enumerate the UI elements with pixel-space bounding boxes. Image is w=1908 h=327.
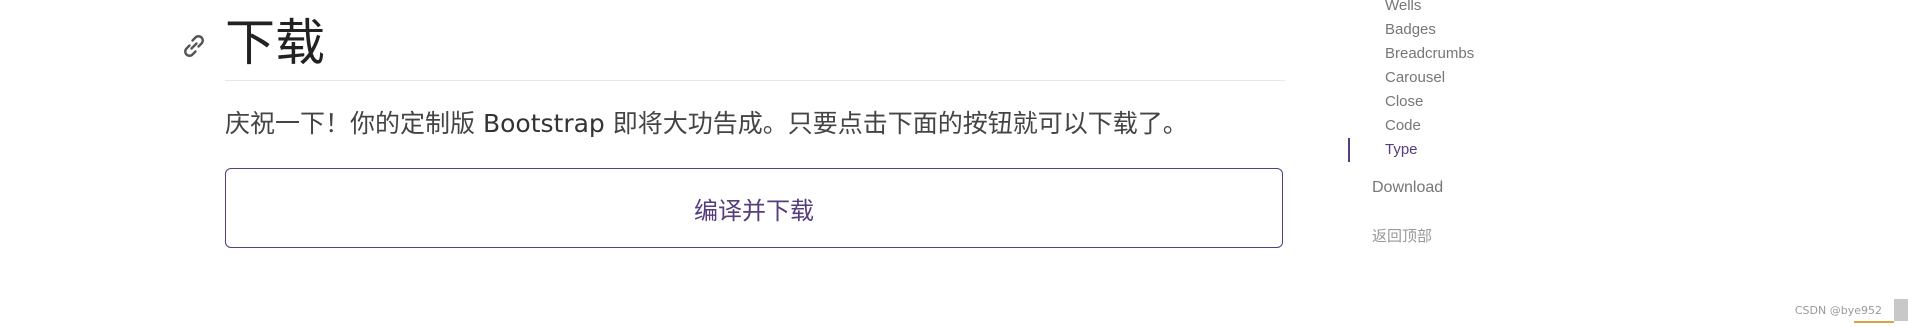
lead-text-before: 庆祝一下！你的定制版 bbox=[225, 109, 483, 138]
compile-and-download-button[interactable]: 编译并下载 bbox=[225, 168, 1283, 248]
sidebar-item-wells[interactable]: Wells bbox=[1340, 0, 1474, 18]
page-title: 下载 bbox=[225, 14, 325, 72]
watermark: CSDN @bye952 bbox=[1794, 304, 1882, 317]
link-icon[interactable] bbox=[178, 30, 210, 62]
back-to-top-link[interactable]: 返回顶部 bbox=[1372, 225, 1432, 246]
lead-paragraph: 庆祝一下！你的定制版 Bootstrap 即将大功告成。只要点击下面的按钮就可以… bbox=[225, 106, 1188, 142]
scrollbar-thumb[interactable] bbox=[1894, 299, 1908, 321]
sidebar-item-badges[interactable]: Badges bbox=[1340, 18, 1474, 42]
lead-brand: Bootstrap bbox=[482, 109, 605, 138]
sidebar-item-type[interactable]: Type bbox=[1340, 138, 1474, 162]
sidebar-item-carousel[interactable]: Carousel bbox=[1340, 66, 1474, 90]
lead-text-after: 即将大功告成。只要点击下面的按钮就可以下载了。 bbox=[604, 109, 1188, 138]
sidebar-nav: Wells Badges Breadcrumbs Carousel Close … bbox=[1340, 0, 1640, 327]
title-divider bbox=[225, 80, 1285, 81]
sidebar-item-download[interactable]: Download bbox=[1372, 179, 1443, 197]
main-content: 下载 庆祝一下！你的定制版 Bootstrap 即将大功告成。只要点击下面的按钮… bbox=[178, 0, 1286, 327]
sidebar-item-close[interactable]: Close bbox=[1340, 90, 1474, 114]
sidebar-item-breadcrumbs[interactable]: Breadcrumbs bbox=[1340, 42, 1474, 66]
scroll-indicator bbox=[1854, 321, 1894, 323]
sidebar-item-code[interactable]: Code bbox=[1340, 114, 1474, 138]
link-icon-graphic bbox=[184, 35, 204, 57]
sidebar-sub-list: Wells Badges Breadcrumbs Carousel Close … bbox=[1340, 0, 1474, 162]
